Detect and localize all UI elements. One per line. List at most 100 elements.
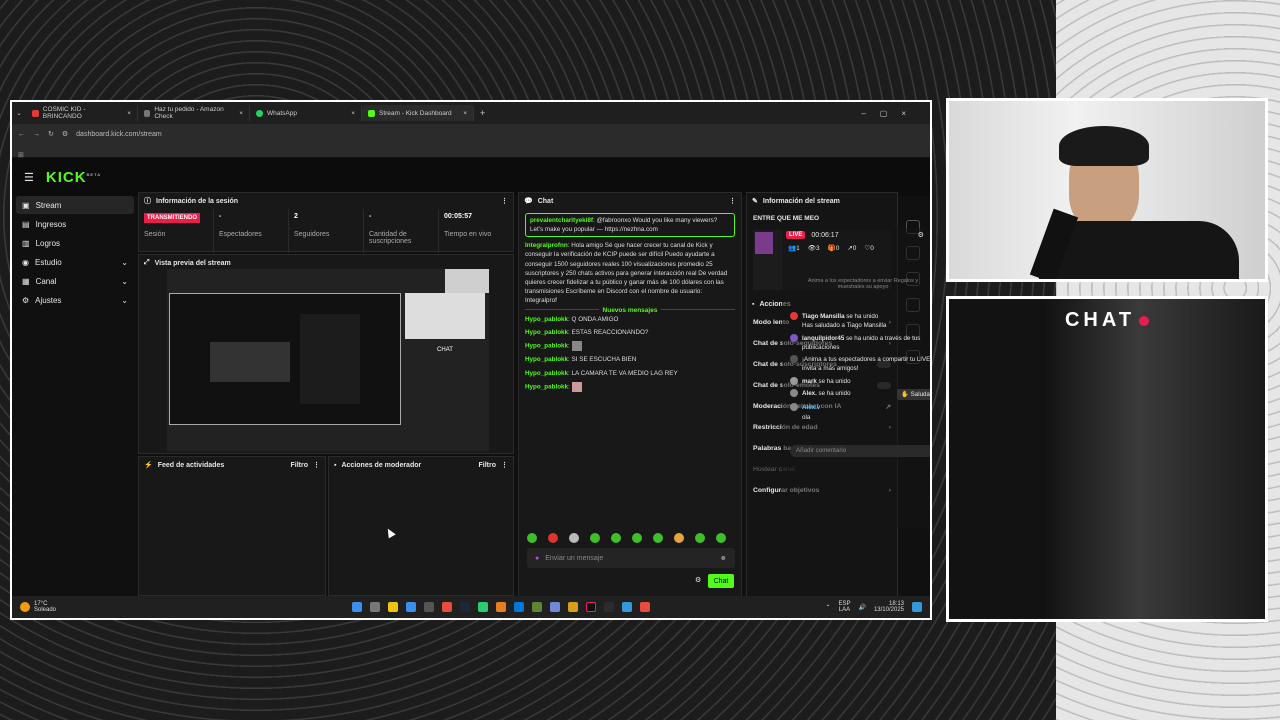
url-field[interactable]: dashboard.kick.com/stream xyxy=(76,131,162,138)
sidebar-item-logros[interactable]: ▥ Logros xyxy=(16,234,134,252)
app-icon[interactable] xyxy=(621,602,632,612)
edge-icon[interactable] xyxy=(513,602,524,612)
send-chat-button[interactable]: Chat xyxy=(708,574,734,588)
emote-icon[interactable] xyxy=(569,533,579,543)
chat-input[interactable]: ● Enviar un mensaje ☻ xyxy=(527,548,735,568)
chat-text: LA CAMARA TE VA MEDIO LAG REY xyxy=(571,369,678,377)
tab-amazon[interactable]: Haz tu pedido - Amazon Check × xyxy=(138,105,250,121)
sidebar-item-ajustes[interactable]: ⚙ Ajustes ⌄ xyxy=(16,291,134,309)
app-icon[interactable] xyxy=(423,602,434,612)
site-info-icon[interactable]: ⚙ xyxy=(62,130,68,138)
panel-title: Chat xyxy=(537,197,554,205)
chat-username[interactable]: Hypo_pablokk xyxy=(525,343,568,350)
close-tab-icon[interactable]: × xyxy=(463,110,467,117)
apps-icon[interactable]: ⊞ xyxy=(18,152,24,159)
tab-cosmic-kid[interactable]: COSMIC KID - BRINCANDO × xyxy=(26,105,138,121)
emote-icon[interactable] xyxy=(674,533,684,543)
more-icon[interactable]: ⋮ xyxy=(729,197,736,205)
stat-value: 0 xyxy=(870,245,874,252)
file-explorer-icon[interactable] xyxy=(387,602,398,612)
preview-inner-chat xyxy=(300,314,360,404)
chat-placeholder: Enviar un mensaje xyxy=(545,554,604,562)
sidebar-item-stream[interactable]: ▣ Stream xyxy=(16,196,134,214)
more-icon[interactable]: ⋮ xyxy=(501,197,508,205)
clock[interactable]: 18:13 13/10/2025 xyxy=(874,601,904,613)
weather-widget[interactable]: 17°C Soleado xyxy=(34,601,56,613)
filter-button[interactable]: Filtro xyxy=(291,462,309,469)
chat-username[interactable]: Hypo_pablokk xyxy=(525,316,568,323)
money-icon: ▤ xyxy=(22,219,30,229)
share-icon xyxy=(790,355,798,364)
emote-icon[interactable] xyxy=(632,533,642,543)
chat-settings-icon[interactable]: ⚙ xyxy=(695,576,701,584)
language-indicator[interactable]: ESP LAA xyxy=(838,601,850,613)
search-icon[interactable] xyxy=(369,602,380,612)
steam-icon[interactable] xyxy=(459,602,470,612)
emote-icon[interactable] xyxy=(653,533,663,543)
preview-camera xyxy=(405,293,485,339)
close-tab-icon[interactable]: × xyxy=(351,110,355,117)
tab-list-icon[interactable]: ⌄ xyxy=(12,109,26,117)
menu-icon[interactable]: ☰ xyxy=(24,171,34,184)
back-icon[interactable]: ← xyxy=(18,131,25,138)
overlay-topbar: LIVE 00:06:17 ⚙× xyxy=(782,228,930,242)
reload-icon[interactable]: ↻ xyxy=(48,130,54,138)
browser-window: ⌄ COSMIC KID - BRINCANDO × Haz tu pedido … xyxy=(10,100,932,620)
overlay-comment-input[interactable]: Añadir comentario xyxy=(790,444,930,457)
minecraft-icon[interactable] xyxy=(531,602,542,612)
obs-icon[interactable] xyxy=(603,602,614,612)
sidebar-item-canal[interactable]: ▦ Canal ⌄ xyxy=(16,272,134,290)
close-tab-icon[interactable]: × xyxy=(127,110,131,117)
notification-icon[interactable] xyxy=(912,602,922,612)
emoji-icon[interactable]: ☻ xyxy=(720,555,727,562)
sidebar-item-ingresos[interactable]: ▤ Ingresos xyxy=(16,215,134,233)
session-stats: TRANSMITIENDO Sesión - Espectadores 2 Segui… xyxy=(139,209,513,253)
kick-logo[interactable]: KICKBETA xyxy=(46,169,101,186)
app-icon[interactable] xyxy=(477,602,488,612)
mic-icon[interactable]: ● xyxy=(535,555,539,562)
chevron-down-icon: ⌄ xyxy=(121,276,128,286)
store-icon[interactable] xyxy=(405,602,416,612)
live-timer: 00:06:17 xyxy=(811,231,839,239)
chat-message: Integralprofnn: Hola amigo Sé que hacer … xyxy=(525,242,728,304)
chrome-icon[interactable] xyxy=(495,602,506,612)
feed-text: ola xyxy=(802,413,811,421)
window-controls[interactable]: –▢× xyxy=(861,109,920,118)
emote-icon[interactable] xyxy=(611,533,621,543)
chat-username[interactable]: Hypo_pablokk xyxy=(525,329,568,336)
chat-username[interactable]: Hypo_pablokk xyxy=(525,370,568,377)
overlay-controls[interactable]: ⚙× xyxy=(918,231,930,239)
viewers-stat: 👥1 xyxy=(788,245,800,252)
stat-value: 0 xyxy=(852,245,857,252)
close-tab-icon[interactable]: × xyxy=(239,110,243,117)
app-icon[interactable] xyxy=(567,602,578,612)
sidebar-item-estudio[interactable]: ◉ Estudio ⌄ xyxy=(16,253,134,271)
tiktok-icon[interactable] xyxy=(585,602,596,612)
emote-icon[interactable] xyxy=(527,533,537,543)
filter-button[interactable]: Filtro xyxy=(479,462,497,469)
windows-start-icon[interactable] xyxy=(351,602,362,612)
emote-icon[interactable] xyxy=(716,533,726,543)
new-tab-icon[interactable]: + xyxy=(480,108,485,118)
address-bar: ← → ↻ ⚙ dashboard.kick.com/stream xyxy=(12,124,930,144)
volume-icon[interactable]: 🔊 xyxy=(858,604,865,611)
forward-icon[interactable]: → xyxy=(33,131,40,138)
feed-entry: Alex.v ola xyxy=(790,403,930,422)
greet-button[interactable]: ✋ Saludar xyxy=(897,389,930,401)
eye-stat: 👁3 xyxy=(807,245,820,252)
emote-icon[interactable] xyxy=(590,533,600,543)
chat-username[interactable]: Hypo_pablokk xyxy=(525,356,568,363)
emote-icon[interactable] xyxy=(695,533,705,543)
app-icon[interactable] xyxy=(441,602,452,612)
emote-icon[interactable] xyxy=(548,533,558,543)
more-icon[interactable]: ⋮ xyxy=(313,461,320,469)
discord-icon[interactable] xyxy=(549,602,560,612)
chrome-icon[interactable] xyxy=(639,602,650,612)
chat-username[interactable]: prevalentcharityeki8f xyxy=(530,217,593,224)
more-icon[interactable]: ⋮ xyxy=(501,461,508,469)
chat-username[interactable]: Hypo_pablokk xyxy=(525,383,568,390)
tab-whatsapp[interactable]: WhatsApp × xyxy=(250,105,362,121)
tray-chevron-icon[interactable]: ⌃ xyxy=(825,604,830,611)
chat-username[interactable]: Integralprofnn xyxy=(525,242,568,249)
tab-kick-dashboard[interactable]: Stream - Kick Dashboard × xyxy=(362,105,474,121)
